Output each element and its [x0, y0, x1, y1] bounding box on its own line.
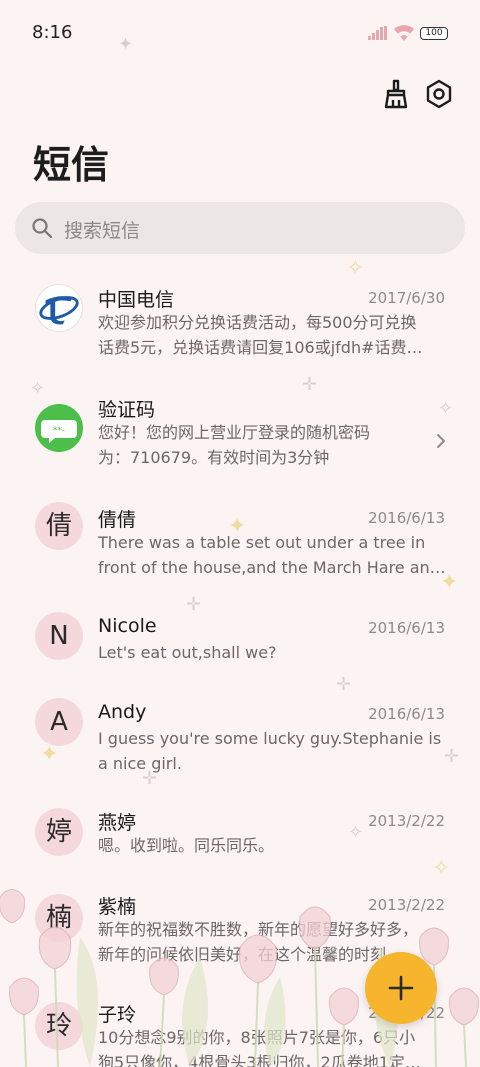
- chevron-right-icon[interactable]: [434, 432, 448, 450]
- conversation-row[interactable]: N Nicole 2016/6/13 Let's eat out,shall w…: [0, 600, 480, 676]
- china-telecom-logo-icon: [35, 284, 83, 332]
- search-placeholder: 搜索短信: [64, 220, 141, 242]
- battery-icon: 100: [420, 27, 448, 40]
- message-preview: 您好！您的网上营业厅登录的随机密码 为：710679。有效时间为3分钟: [98, 423, 371, 467]
- avatar: 倩: [35, 502, 83, 550]
- new-message-button[interactable]: [365, 952, 437, 1024]
- settings-icon[interactable]: [423, 78, 455, 110]
- message-date: 2013/2/22: [368, 812, 445, 830]
- message-date: 2016/6/13: [368, 619, 445, 637]
- status-bar: 8:16 100: [0, 0, 480, 66]
- search-icon: [32, 218, 53, 239]
- status-time: 8:16: [32, 22, 73, 43]
- message-preview: 嗯。收到啦。同乐同乐。: [98, 836, 275, 855]
- avatar: 婷: [35, 808, 83, 856]
- message-preview: Let's eat out,shall we?: [98, 643, 277, 662]
- message-date: 2017/6/30: [368, 289, 445, 307]
- contact-name: 倩倩: [98, 509, 137, 531]
- page-title: 短信: [33, 143, 110, 187]
- message-preview: 欢迎参加积分兑换话费活动，每500分可兑换 话费5元，兑换话费请回复106或jf…: [98, 313, 423, 357]
- conversation-row[interactable]: A Andy 2016/6/13 I guess you're some luc…: [0, 686, 480, 786]
- message-date: 2016/6/13: [368, 509, 445, 527]
- message-preview: There was a table set out under a tree i…: [98, 533, 446, 577]
- contact-name: Nicole: [98, 615, 157, 637]
- conversation-row[interactable]: **- 验证码 您好！您的网上营业厅登录的随机密码 为：710679。有效时间为…: [0, 380, 480, 480]
- message-preview: I guess you're some lucky guy.Stephanie …: [98, 729, 442, 773]
- wifi-icon: [394, 25, 414, 41]
- contact-name: 燕婷: [98, 812, 137, 834]
- conversation-row[interactable]: 婷 燕婷 2013/2/22 嗯。收到啦。同乐同乐。: [0, 796, 480, 872]
- search-input[interactable]: 搜索短信: [15, 202, 465, 254]
- avatar: A: [35, 698, 83, 746]
- sms-bubble-icon: **-: [35, 404, 83, 452]
- conversation-row[interactable]: 中国电信 2017/6/30 欢迎参加积分兑换话费活动，每500分可兑换 话费5…: [0, 270, 480, 370]
- svg-text:**-: **-: [53, 426, 65, 436]
- avatar: N: [35, 612, 83, 660]
- contact-name: 验证码: [98, 399, 156, 421]
- signal-icon: [368, 26, 387, 40]
- contact-name: 中国电信: [98, 289, 175, 311]
- broom-icon[interactable]: [380, 78, 412, 110]
- conversation-row[interactable]: 倩 倩倩 2016/6/13 There was a table set out…: [0, 490, 480, 590]
- message-date: 2016/6/13: [368, 705, 445, 723]
- contact-name: Andy: [98, 701, 147, 723]
- plus-icon: [388, 975, 414, 1001]
